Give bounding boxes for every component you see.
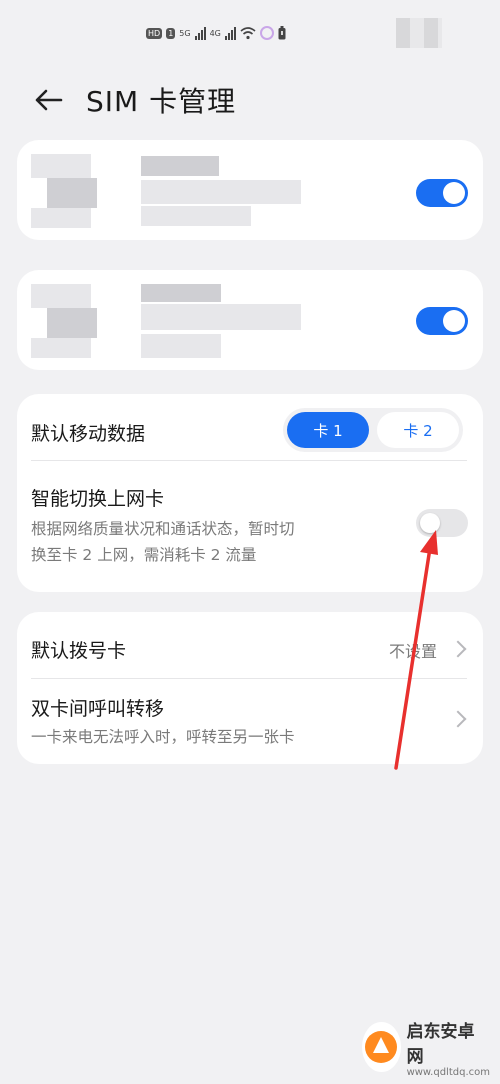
sim-card-2 [17, 270, 483, 370]
call-forward-label: 双卡间呼叫转移 [31, 698, 165, 720]
battery-icon [278, 26, 286, 40]
smart-switch-desc-line2: 换至卡 2 上网，需消耗卡 2 流量 [31, 546, 257, 564]
default-dial-row[interactable]: 默认拨号卡 不设置 [17, 612, 483, 678]
vpn-icon [259, 26, 274, 40]
page-header: SIM 卡管理 [30, 78, 236, 122]
sim-name-blurred [141, 156, 219, 176]
status-time-blurred [396, 18, 442, 48]
sim-icon-blurred [31, 284, 91, 308]
chevron-right-icon [449, 640, 467, 658]
hd-badge: HD [146, 27, 163, 39]
signal-label-1: 5G [179, 28, 191, 38]
signal-icon [194, 26, 206, 40]
status-icons: HD 1 5G 4G [146, 26, 286, 40]
card-1-option[interactable]: 卡 1 [287, 412, 369, 448]
watermark: 启东安卓网 www.qdltdq.com [362, 1018, 490, 1078]
smart-switch-label: 智能切换上网卡 [31, 488, 165, 510]
signal-label-2: 4G [209, 28, 221, 38]
chevron-right-icon [449, 710, 467, 728]
call-forward-desc: 一卡来电无法呼入时，呼转至另一张卡 [31, 728, 295, 746]
wifi-icon [240, 26, 256, 39]
call-forward-row[interactable]: 双卡间呼叫转移 一卡来电无法呼入时，呼转至另一张卡 [17, 679, 483, 764]
mobile-data-card: 默认移动数据 卡 1 卡 2 智能切换上网卡 根据网络质量状况和通话状态，暂时切… [17, 394, 483, 592]
signal-icon-2 [224, 26, 236, 40]
sim-number-blurred [141, 304, 301, 330]
sim-card-1 [17, 140, 483, 240]
sim-1-toggle[interactable] [416, 179, 468, 207]
watermark-name: 启东安卓网 [406, 1021, 475, 1067]
card-2-option[interactable]: 卡 2 [377, 412, 459, 448]
data-card-selector: 卡 1 卡 2 [283, 408, 463, 452]
default-data-label: 默认移动数据 [31, 423, 146, 445]
watermark-url: www.qdltdq.com [406, 1066, 490, 1078]
divider [31, 460, 467, 461]
page-title: SIM 卡管理 [86, 85, 237, 118]
default-dial-label: 默认拨号卡 [31, 640, 127, 662]
watermark-logo-icon [362, 1022, 401, 1072]
smart-switch-desc-line1: 根据网络质量状况和通话状态，暂时切 [31, 520, 295, 538]
sim-number-blurred [141, 180, 301, 204]
status-bar: HD 1 5G 4G [0, 18, 500, 52]
sim-icon-blurred [31, 154, 91, 178]
sim-2-toggle[interactable] [416, 307, 468, 335]
sim-slot-badge: 1 [166, 27, 176, 39]
default-dial-value: 不设置 [389, 642, 438, 661]
call-settings-card: 默认拨号卡 不设置 双卡间呼叫转移 一卡来电无法呼入时，呼转至另一张卡 [17, 612, 483, 764]
back-arrow-icon [35, 89, 63, 111]
smart-switch-toggle[interactable] [416, 509, 468, 537]
back-button[interactable] [30, 82, 66, 118]
sim-name-blurred [141, 284, 221, 302]
